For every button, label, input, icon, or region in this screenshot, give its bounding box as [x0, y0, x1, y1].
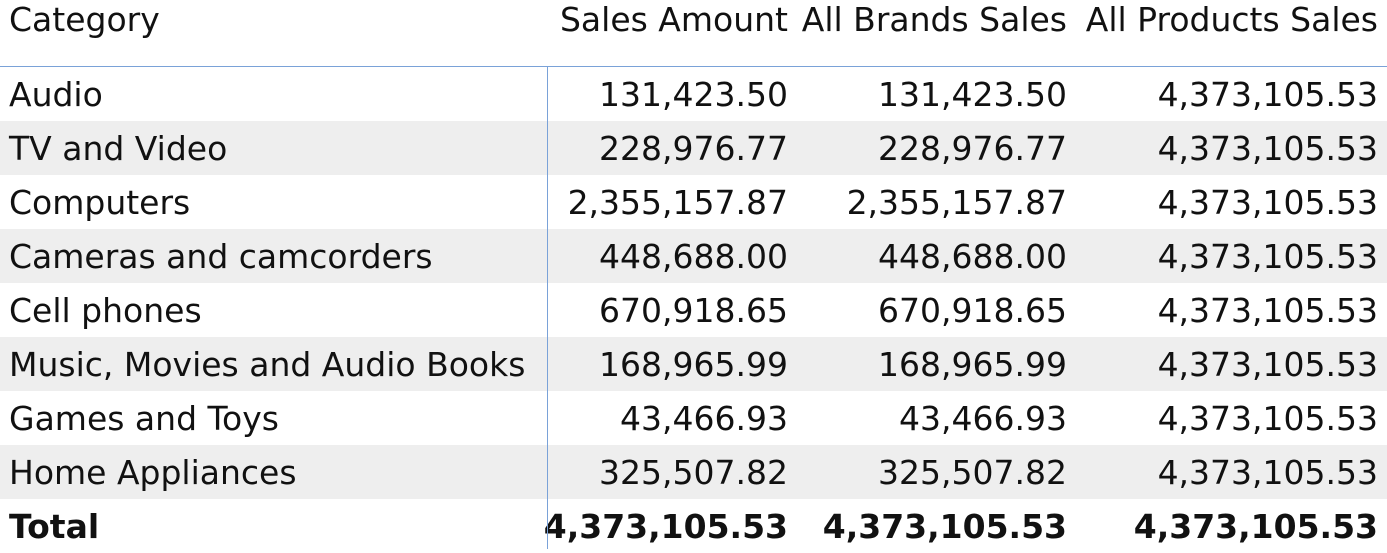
column-header-category[interactable]: Category — [9, 0, 539, 66]
table-header-row: Category Sales Amount All Brands Sales A… — [0, 0, 1387, 67]
category-cell: Audio — [9, 74, 103, 114]
table-row[interactable]: Music, Movies and Audio Books 168,965.99… — [0, 337, 1387, 391]
category-cell: Music, Movies and Audio Books — [9, 344, 526, 384]
table-row[interactable]: Home Appliances 325,507.82 325,507.82 4,… — [0, 445, 1387, 499]
category-cell: Cameras and camcorders — [9, 236, 433, 276]
category-cell: Home Appliances — [9, 452, 297, 492]
all-brands-sales-cell: 228,976.77 — [878, 128, 1067, 168]
category-cell: Cell phones — [9, 290, 202, 330]
sales-amount-cell: 2,355,157.87 — [567, 182, 788, 222]
category-cell: Computers — [9, 182, 191, 222]
all-brands-sales-cell: 168,965.99 — [878, 344, 1067, 384]
table-row[interactable]: Games and Toys 43,466.93 43,466.93 4,373… — [0, 391, 1387, 445]
all-products-sales-cell: 4,373,105.53 — [1157, 182, 1378, 222]
sales-amount-cell: 228,976.77 — [599, 128, 788, 168]
all-products-sales-cell: 4,373,105.53 — [1157, 236, 1378, 276]
table-row[interactable]: TV and Video 228,976.77 228,976.77 4,373… — [0, 121, 1387, 175]
all-brands-sales-cell: 131,423.50 — [878, 74, 1067, 114]
all-products-sales-cell: 4,373,105.53 — [1157, 74, 1378, 114]
total-label: Total — [9, 506, 100, 546]
column-header-sales-amount[interactable]: Sales Amount — [548, 0, 788, 66]
all-products-sales-cell: 4,373,105.53 — [1157, 398, 1378, 438]
sales-amount-cell: 131,423.50 — [599, 74, 788, 114]
category-cell: Games and Toys — [9, 398, 279, 438]
all-brands-sales-cell: 670,918.65 — [878, 290, 1067, 330]
all-products-sales-cell: 4,373,105.53 — [1157, 128, 1378, 168]
table-row[interactable]: Cell phones 670,918.65 670,918.65 4,373,… — [0, 283, 1387, 337]
table-total-row[interactable]: Total 4,373,105.53 4,373,105.53 4,373,10… — [0, 499, 1387, 553]
total-all-brands-sales: 4,373,105.53 — [822, 506, 1067, 546]
sales-amount-cell: 448,688.00 — [599, 236, 788, 276]
row-header-divider — [547, 67, 548, 549]
column-header-all-brands-sales[interactable]: All Brands Sales — [790, 0, 1067, 66]
sales-amount-cell: 670,918.65 — [599, 290, 788, 330]
sales-matrix-table: Category Sales Amount All Brands Sales A… — [0, 0, 1387, 553]
column-header-all-products-sales[interactable]: All Products Sales — [1070, 0, 1378, 66]
all-brands-sales-cell: 43,466.93 — [899, 398, 1067, 438]
total-sales-amount: 4,373,105.53 — [543, 506, 788, 546]
sales-amount-cell: 168,965.99 — [599, 344, 788, 384]
all-brands-sales-cell: 2,355,157.87 — [846, 182, 1067, 222]
all-products-sales-cell: 4,373,105.53 — [1157, 344, 1378, 384]
table-row[interactable]: Cameras and camcorders 448,688.00 448,68… — [0, 229, 1387, 283]
all-products-sales-cell: 4,373,105.53 — [1157, 452, 1378, 492]
table-row[interactable]: Audio 131,423.50 131,423.50 4,373,105.53 — [0, 67, 1387, 121]
category-cell: TV and Video — [9, 128, 228, 168]
sales-amount-cell: 43,466.93 — [620, 398, 788, 438]
all-products-sales-cell: 4,373,105.53 — [1157, 290, 1378, 330]
all-brands-sales-cell: 448,688.00 — [878, 236, 1067, 276]
all-brands-sales-cell: 325,507.82 — [878, 452, 1067, 492]
table-row[interactable]: Computers 2,355,157.87 2,355,157.87 4,37… — [0, 175, 1387, 229]
total-all-products-sales: 4,373,105.53 — [1133, 506, 1378, 546]
sales-amount-cell: 325,507.82 — [599, 452, 788, 492]
